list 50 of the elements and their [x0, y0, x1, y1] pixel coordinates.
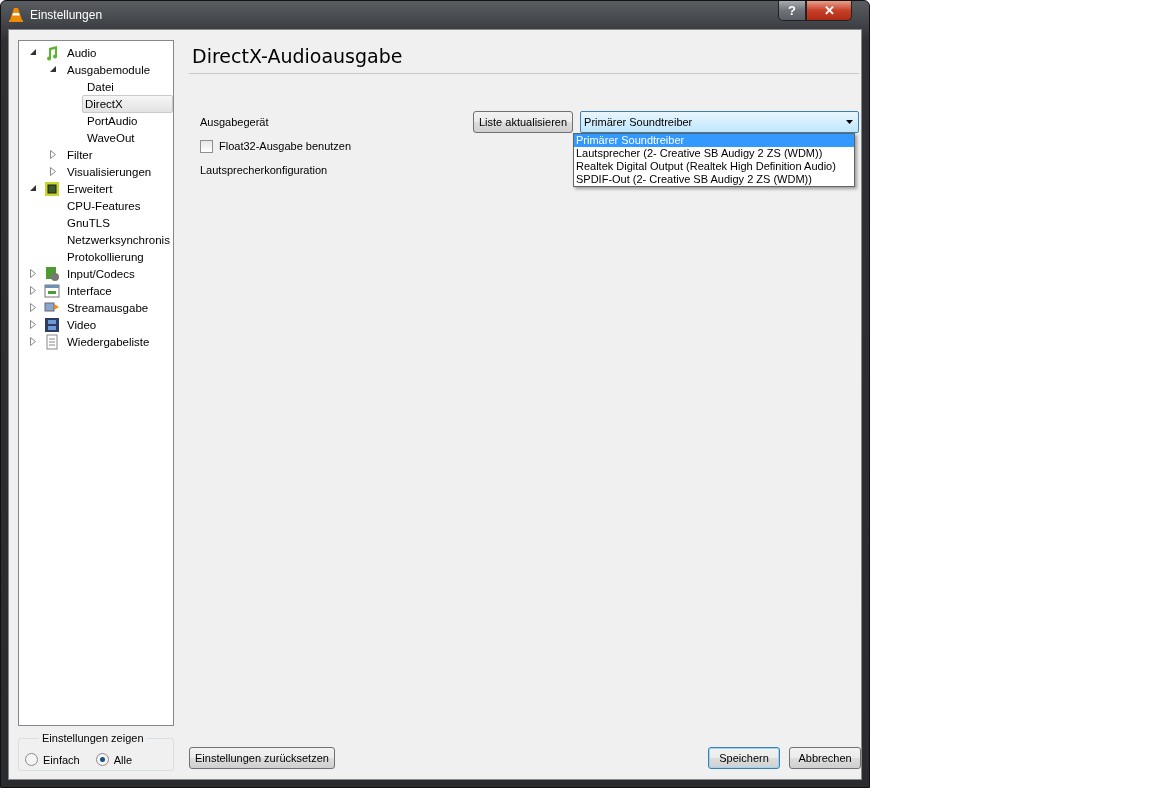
- tree-item[interactable]: Netzwerksynchronis: [64, 230, 173, 249]
- traffic-cone-icon: [8, 7, 24, 23]
- tree-item[interactable]: Filter: [64, 145, 173, 164]
- chip-icon: [44, 180, 60, 197]
- radio-label: Alle: [113, 753, 133, 766]
- panel-title: DirectX-Audioausgabe: [189, 40, 860, 74]
- document-icon: [44, 333, 60, 350]
- dialog-button[interactable]: Abbrechen: [789, 747, 862, 769]
- music-note-icon: [44, 44, 60, 61]
- dropdown-option[interactable]: Realtek Digital Output (Realtek High Definition Audio): [574, 160, 854, 173]
- film-gear-icon: [44, 265, 60, 282]
- tree-item[interactable]: Datei: [84, 77, 173, 96]
- device-dropdown[interactable]: Primärer Soundtreiber: [580, 111, 860, 133]
- radio-button[interactable]: [95, 753, 109, 766]
- window-icon: [44, 282, 60, 299]
- tree-item[interactable]: CPU-Features: [64, 196, 173, 215]
- tree-item[interactable]: Protokollierung: [64, 247, 173, 266]
- reset-button[interactable]: Einstellungen zurücksetzen: [189, 747, 335, 769]
- tree-item[interactable]: GnuTLS: [64, 213, 173, 232]
- close-button[interactable]: ✕: [806, 1, 852, 21]
- dropdown-option[interactable]: Lautsprecher (2- Creative SB Audigy 2 ZS (WDM)): [574, 147, 854, 160]
- tree-item[interactable]: PortAudio: [84, 111, 173, 130]
- tree-item[interactable]: Interface: [64, 281, 173, 300]
- tree-item[interactable]: WaveOut: [84, 128, 173, 147]
- tree-item[interactable]: Streamausgabe: [64, 298, 173, 317]
- checkbox[interactable]: [200, 139, 213, 153]
- help-button[interactable]: ?: [778, 1, 806, 21]
- checkbox-label: Float32-Ausgabe benutzen: [219, 140, 352, 152]
- tree-item[interactable]: Audio: [64, 43, 173, 62]
- tree-item[interactable]: Ausgabemodule: [64, 60, 173, 79]
- tree-item[interactable]: Video: [64, 315, 173, 334]
- refresh-list-button[interactable]: Liste aktualisieren: [473, 111, 574, 133]
- field-label: Ausgabegerät: [200, 116, 270, 128]
- tree-item[interactable]: Wiedergabeliste: [64, 332, 173, 351]
- group-title: Einstellungen zeigen: [39, 732, 147, 744]
- dropdown-arrow-icon: [846, 120, 854, 124]
- tree-item[interactable]: Erweitert: [64, 179, 173, 198]
- radio-label: Einfach: [43, 753, 80, 766]
- tree-item[interactable]: Input/Codecs: [64, 264, 173, 283]
- tree-item[interactable]: Visualisierungen: [64, 162, 173, 181]
- expanded-arrow-icon[interactable]: [49, 66, 57, 73]
- film-strip-icon: [44, 316, 60, 333]
- field-label: Lautsprecherkonfiguration: [200, 164, 328, 176]
- radio-button[interactable]: [25, 753, 38, 766]
- dropdown-option[interactable]: SPDIF-Out (2- Creative SB Audigy 2 ZS (WDM)): [574, 173, 854, 186]
- expanded-arrow-icon[interactable]: [29, 49, 37, 56]
- tree-item[interactable]: DirectX: [82, 94, 173, 113]
- dialog-button[interactable]: Speichern: [708, 747, 781, 769]
- window-title: Einstellungen: [30, 8, 103, 22]
- expanded-arrow-icon[interactable]: [29, 185, 37, 192]
